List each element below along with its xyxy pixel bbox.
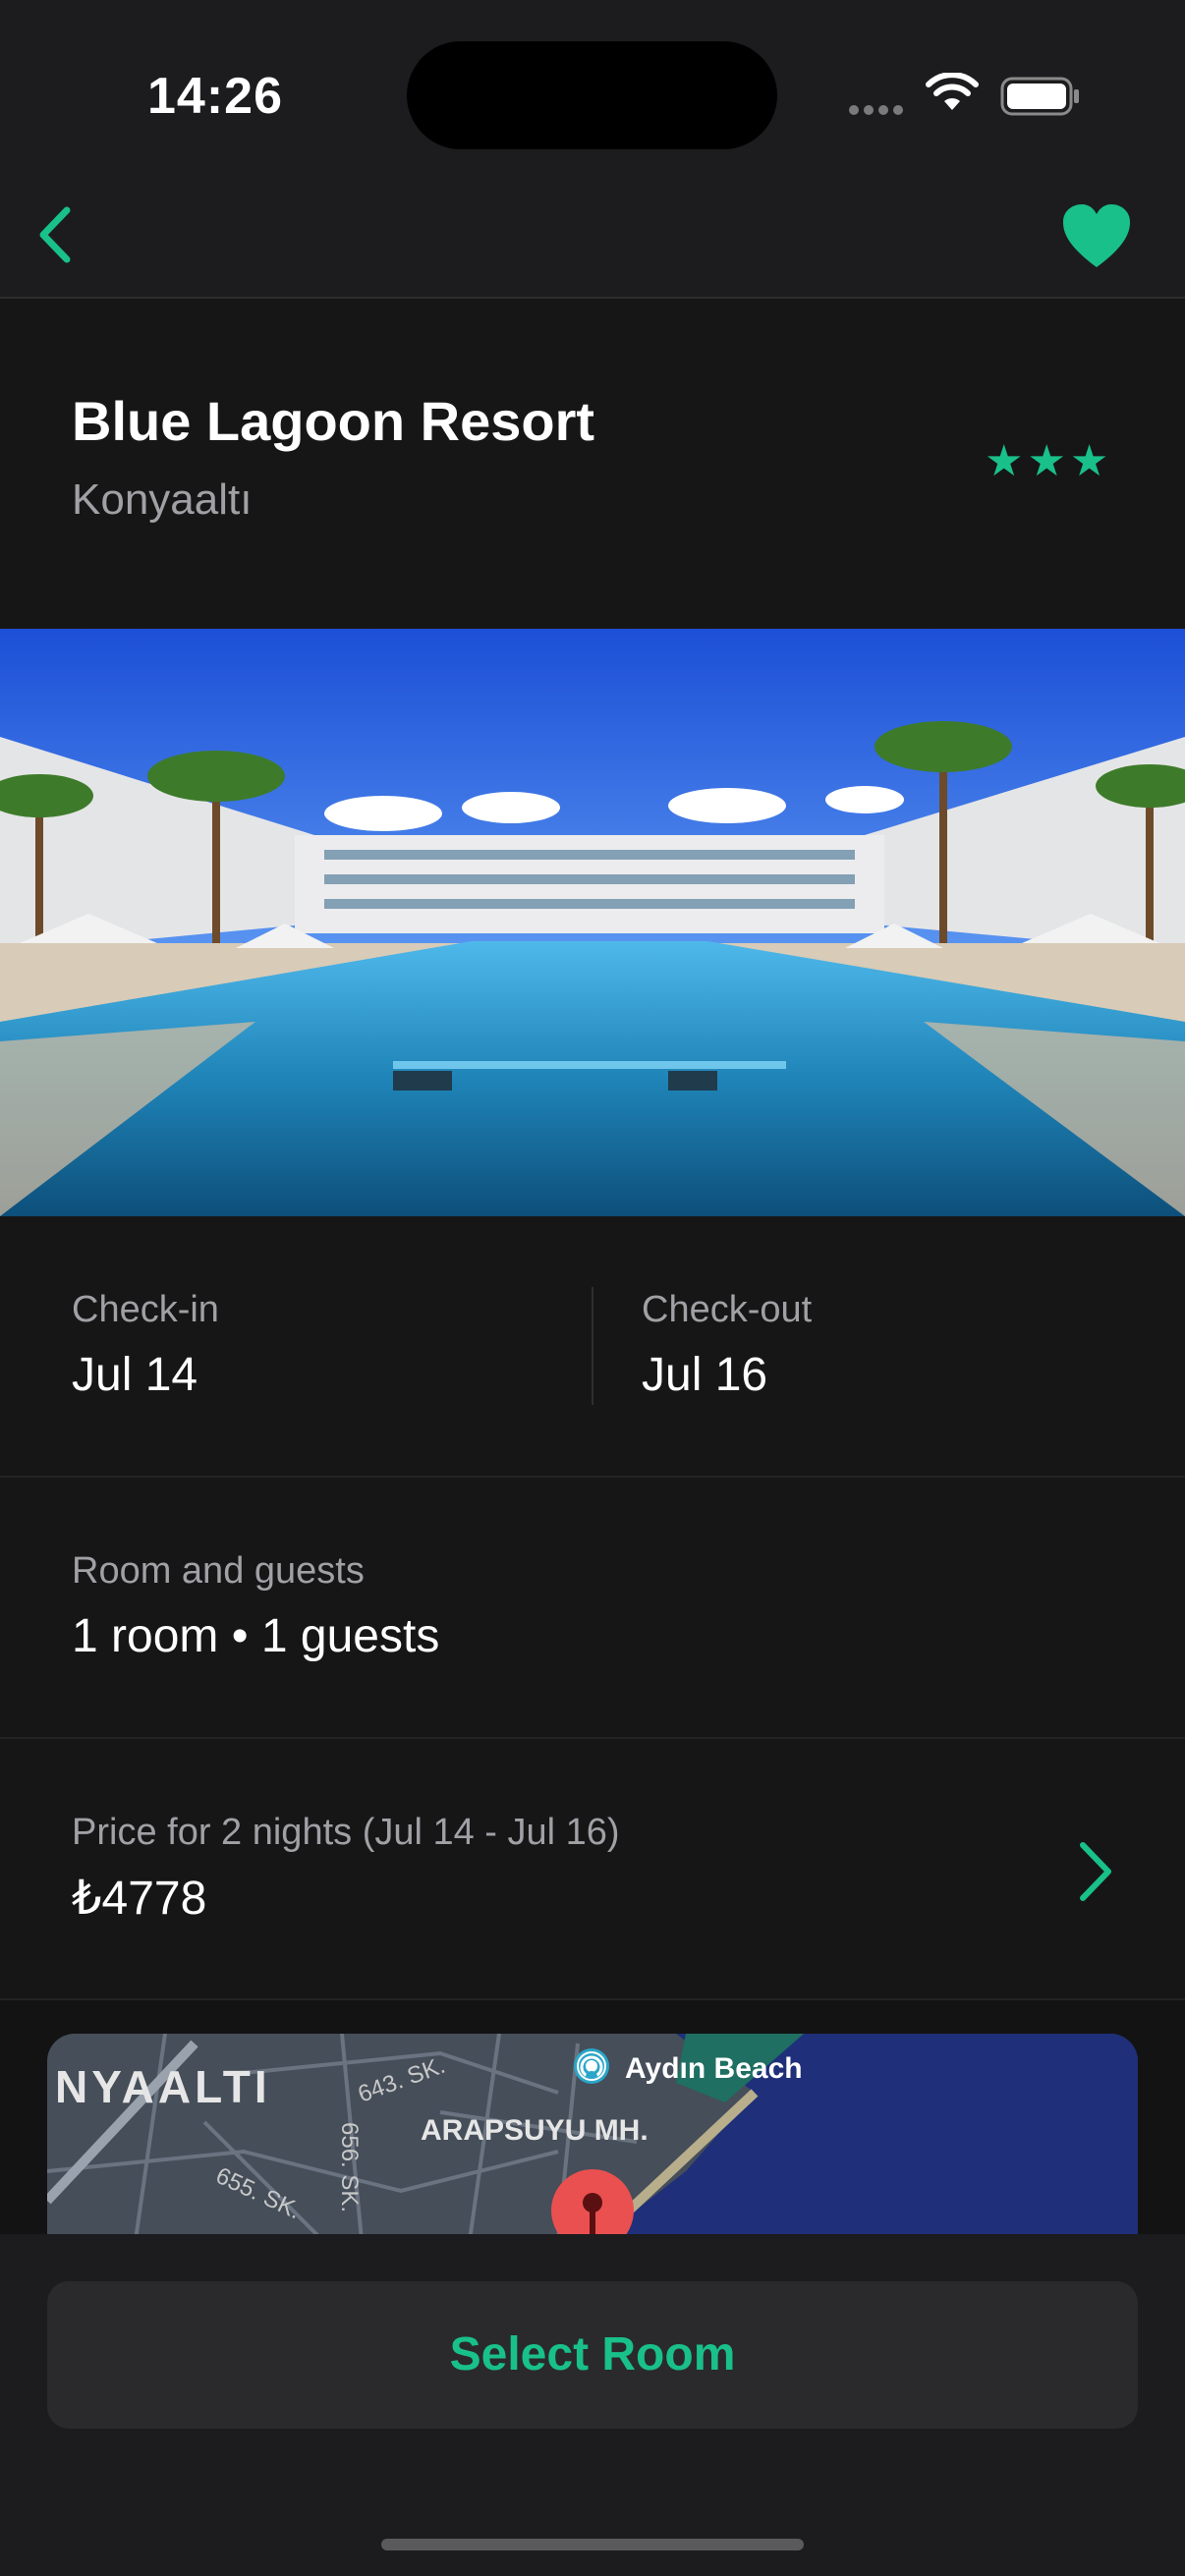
chevron-right-icon — [1080, 1842, 1111, 1901]
price-label: Price for 2 nights (Jul 14 - Jul 16) — [72, 1812, 620, 1853]
price-value: ₺4778 — [72, 1873, 207, 1925]
checkin-value: Jul 14 — [72, 1349, 198, 1401]
hotel-header: Blue Lagoon Resort Konyaaltı ★★★ — [0, 299, 1185, 629]
battery-icon — [1000, 77, 1079, 116]
map-neighborhood-label: ARAPSUYU MH. — [421, 2114, 649, 2147]
status-time: 14:26 — [147, 68, 283, 125]
bottom-action-bar: Select Room — [0, 2234, 1185, 2576]
hotel-name: Blue Lagoon Resort — [72, 390, 595, 452]
navigation-bar — [0, 177, 1185, 299]
heart-icon[interactable] — [1057, 198, 1136, 277]
room-guests-value: 1 room • 1 guests — [72, 1610, 440, 1662]
room-guests-row[interactable]: Room and guests 1 room • 1 guests — [0, 1478, 1185, 1739]
map-street-label: 656. SK. — [336, 2122, 363, 2212]
map-preview[interactable]: Aydın Beach NYAALTI ARAPSUYU MH. 643. SK… — [47, 2034, 1138, 2240]
hotel-location: Konyaaltı — [72, 476, 253, 524]
dynamic-island — [407, 41, 777, 149]
star-rating: ★★★ — [985, 437, 1113, 485]
map-district-label: NYAALTI — [55, 2061, 271, 2112]
status-bar: 14:26 — [0, 0, 1185, 177]
map-canvas: Aydın Beach NYAALTI ARAPSUYU MH. 643. SK… — [47, 2034, 1138, 2240]
dates-row[interactable]: Check-in Jul 14 Check-out Jul 16 — [0, 1216, 1185, 1478]
resort-pool-image — [0, 629, 1185, 1216]
checkin-label: Check-in — [72, 1289, 219, 1330]
select-room-button[interactable]: Select Room — [47, 2281, 1138, 2429]
home-indicator[interactable] — [381, 2539, 804, 2550]
wifi-icon — [926, 73, 979, 110]
chevron-left-icon[interactable] — [24, 200, 92, 269]
hotel-photo[interactable] — [0, 629, 1185, 1216]
dates-divider — [592, 1287, 593, 1405]
checkout-value: Jul 16 — [642, 1349, 768, 1401]
map-poi-label: Aydın Beach — [625, 2052, 803, 2085]
room-guests-label: Room and guests — [72, 1550, 365, 1592]
price-row[interactable]: Price for 2 nights (Jul 14 - Jul 16) ₺47… — [0, 1739, 1185, 2000]
cellular-signal-icon — [849, 102, 908, 120]
checkout-label: Check-out — [642, 1289, 813, 1330]
